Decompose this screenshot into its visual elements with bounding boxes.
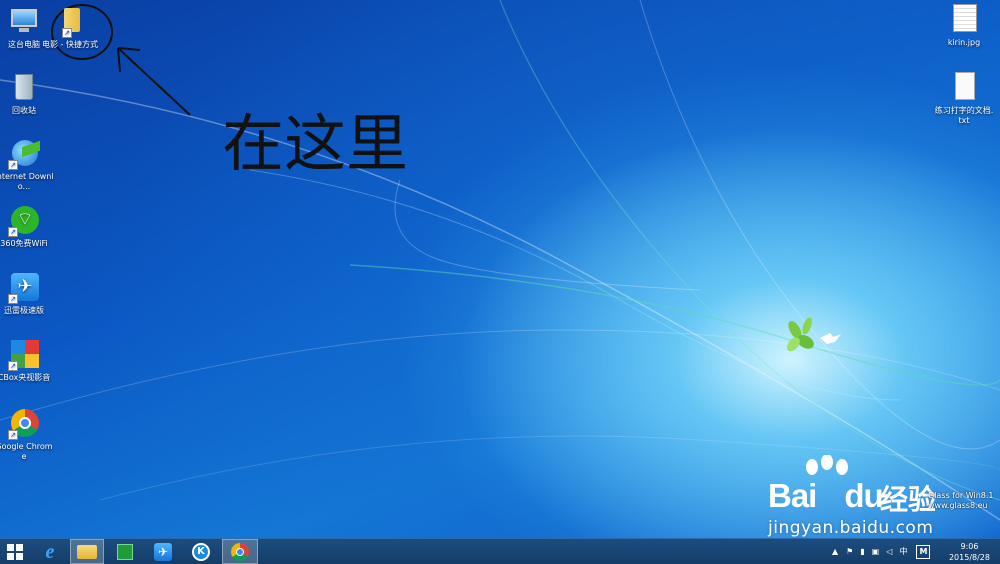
shortcut-arrow-icon: ↗ [8, 227, 18, 237]
taskbar: e ✈ K ▲ ⚑ ▮ ▣ ◁ 中 M 9:06 2015/8/28 [0, 538, 1000, 564]
desktop-icon-google-chrome[interactable]: ↗ Google Chrome [0, 408, 54, 462]
shortcut-arrow-icon: ↗ [8, 430, 18, 440]
clock[interactable]: 9:06 2015/8/28 [949, 541, 990, 563]
shortcut-arrow-icon: ↗ [8, 160, 18, 170]
image-file-icon [948, 4, 980, 36]
icon-label: 电影 - 快捷方式 [42, 40, 98, 49]
k-icon: K [192, 542, 210, 561]
text-file-icon [948, 72, 980, 104]
recycle-bin-icon [8, 72, 40, 104]
folder-icon [77, 544, 97, 559]
watermark-brand: Bai du [768, 477, 884, 514]
chrome-icon [231, 542, 249, 561]
desktop-icon-kirin-jpg[interactable]: kirin.jpg [934, 4, 994, 48]
cbox-icon: ↗ [8, 339, 40, 371]
wifi-icon: ⌔ ↗ [8, 205, 40, 237]
shortcut-arrow-icon: ↗ [62, 28, 72, 38]
folder-icon: ↗ [54, 6, 86, 38]
taskbar-store-button[interactable] [110, 539, 140, 564]
taskbar-chrome-button[interactable] [222, 539, 258, 564]
icon-label: 回收站 [12, 106, 36, 115]
taskbar-kugou-button[interactable]: K [186, 539, 216, 564]
show-hidden-icons-icon[interactable]: ▲ [832, 547, 838, 556]
bird-icon: ✈ [154, 542, 172, 561]
annotation-text: 在这里 [222, 107, 408, 180]
desktop-icon-internet-download-manager[interactable]: ↗ Internet Downlo... [0, 138, 54, 192]
battery-icon[interactable]: ▮ [860, 547, 864, 556]
clock-date: 2015/8/28 [948, 553, 990, 562]
taskbar-explorer-button[interactable] [70, 539, 104, 564]
taskbar-ie-button[interactable]: e [34, 539, 66, 564]
desktop-icon-typing-practice-txt[interactable]: 练习打字的文档.txt [934, 72, 994, 126]
icon-label: 360免费WiFi [0, 239, 48, 248]
computer-icon [8, 6, 40, 38]
icon-label: 迅雷极速版 [4, 306, 44, 315]
icon-label: kirin.jpg [947, 38, 981, 47]
desktop[interactable]: 在这里 这台电脑 ↗ 电影 - 快捷方式 回收站 ↗ Internet Down… [0, 0, 1000, 538]
system-tray: ▲ ⚑ ▮ ▣ ◁ 中 M [832, 539, 931, 564]
leaf-dove-logo [787, 317, 841, 352]
desktop-icon-360-free-wifi[interactable]: ⌔ ↗ 360免费WiFi [0, 205, 54, 249]
desktop-icon-recycle-bin[interactable]: 回收站 [0, 72, 54, 116]
desktop-icon-cbox[interactable]: ↗ CBox央视影音 [0, 339, 54, 383]
internet-explorer-icon: e [45, 540, 55, 563]
icon-label: Google Chrome [0, 442, 53, 461]
shortcut-arrow-icon: ↗ [8, 294, 18, 304]
shortcut-arrow-icon: ↗ [8, 361, 18, 371]
icon-label: CBox央视影音 [0, 373, 51, 382]
store-icon [117, 543, 133, 560]
globe-download-icon: ↗ [8, 138, 40, 170]
clock-time: 9:06 [960, 542, 979, 551]
ime-indicator[interactable]: M [916, 544, 931, 559]
desktop-icon-xunlei-speed[interactable]: ✈ ↗ 迅雷极速版 [0, 272, 54, 316]
icon-label: Internet Downlo... [0, 172, 54, 191]
windows-logo-icon [7, 543, 23, 560]
watermark-url: jingyan.baidu.com [768, 518, 934, 538]
annotation-arrow [117, 47, 191, 116]
network-icon[interactable]: ▣ [872, 547, 880, 556]
icon-label: 练习打字的文档.txt [934, 106, 994, 125]
bird-icon: ✈ ↗ [8, 272, 40, 304]
desktop-icon-movie-shortcut[interactable]: ↗ 电影 - 快捷方式 [40, 6, 100, 50]
taskbar-xunlei-button[interactable]: ✈ [148, 539, 178, 564]
flag-icon[interactable]: ⚑ [846, 547, 853, 556]
start-button[interactable] [4, 539, 26, 564]
volume-icon[interactable]: ◁ [886, 547, 892, 556]
input-language[interactable]: 中 [899, 546, 907, 557]
chrome-icon: ↗ [8, 408, 40, 440]
glass-branding: Glass for Win8.1 www.glass8.eu [928, 491, 994, 510]
